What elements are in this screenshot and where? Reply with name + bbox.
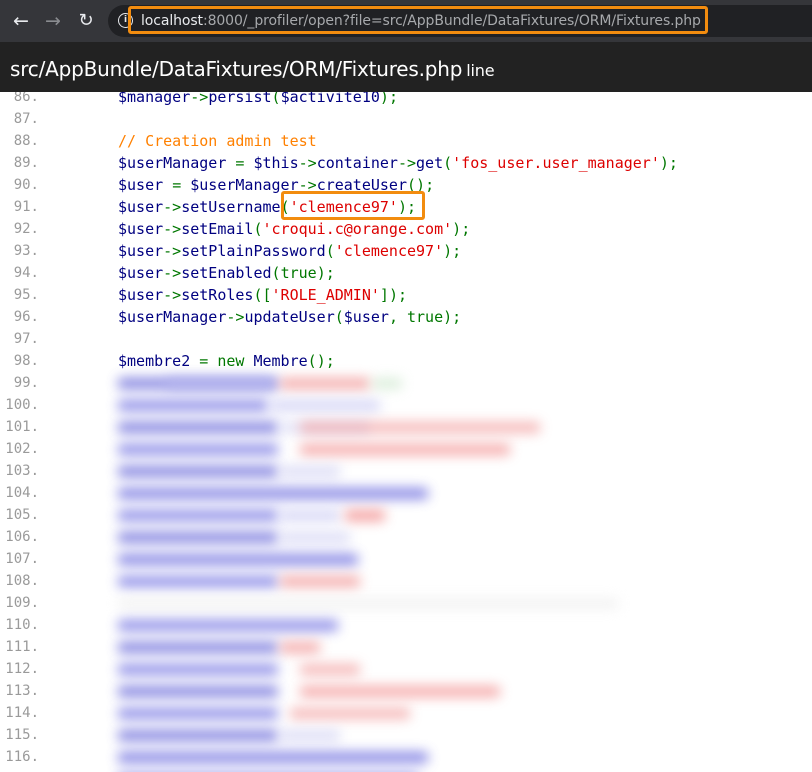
redacted-code — [270, 400, 380, 411]
line-label: line — [466, 61, 495, 80]
code-line: 86. $manager->persist($activite10); — [0, 92, 812, 108]
line-number: 99. — [13, 375, 39, 391]
line-number: 112. — [5, 661, 39, 677]
redacted-code — [118, 598, 618, 609]
redacted-code — [118, 510, 278, 521]
line-number: 94. — [13, 265, 39, 281]
arrow-right-icon[interactable]: → — [42, 10, 64, 32]
line-number: 89. — [13, 155, 39, 171]
redacted-code — [300, 686, 500, 697]
code-text: $user->setEnabled(true); — [118, 264, 335, 282]
redacted-code — [280, 730, 340, 741]
redacted-code — [118, 576, 278, 587]
line-number: 102. — [5, 441, 39, 457]
code-line: 92. $user->setEmail('croqui.c@orange.com'… — [0, 218, 812, 240]
code-line: 89. $userManager = $this->container->get(… — [0, 152, 812, 174]
line-number: 103. — [5, 463, 39, 479]
username-highlight-box — [281, 191, 425, 220]
redacted-code — [345, 510, 385, 521]
redacted-code — [118, 488, 428, 499]
code-line: 88. // Creation admin test — [0, 130, 812, 152]
redacted-code — [118, 686, 278, 697]
line-number: 93. — [13, 243, 39, 259]
line-number: 111. — [5, 639, 39, 655]
line-number: 104. — [5, 485, 39, 501]
redacted-code — [300, 444, 510, 455]
line-number: 117. — [0, 768, 39, 772]
line-number: 109. — [5, 595, 39, 611]
code-text: $user->setRoles(['ROLE_ADMIN']); — [118, 286, 407, 304]
line-number: 91. — [13, 199, 39, 215]
redacted-code — [118, 708, 278, 719]
code-line: 117. — [0, 768, 812, 772]
code-line: 97. — [0, 328, 812, 350]
redacted-code — [118, 400, 268, 411]
line-number: 115. — [5, 727, 39, 743]
line-number: 100. — [5, 397, 39, 413]
code-line: 95. $user->setRoles(['ROLE_ADMIN']); — [0, 284, 812, 306]
code-line: 96. $userManager->updateUser($user, true)… — [0, 306, 812, 328]
code-text: $userManager = $this->container->get('fo… — [118, 154, 678, 172]
redacted-code — [280, 532, 350, 543]
redacted-code — [118, 466, 278, 477]
file-path: src/AppBundle/DataFixtures/ORM/Fixtures.… — [10, 57, 463, 81]
line-number: 88. — [13, 133, 39, 149]
line-number: 98. — [13, 353, 39, 369]
line-number: 113. — [5, 683, 39, 699]
redacted-code — [280, 510, 340, 521]
redacted-code — [118, 752, 428, 763]
line-number: 90. — [13, 177, 39, 193]
arrow-left-icon[interactable]: ← — [10, 10, 32, 32]
line-number: 108. — [5, 573, 39, 589]
code-line: 87. — [0, 108, 812, 130]
line-number: 114. — [5, 705, 39, 721]
code-text: $user->setEmail('croqui.c@orange.com'); — [118, 220, 471, 238]
line-number: 116. — [5, 749, 39, 765]
redacted-code — [372, 378, 402, 389]
url-highlight-box — [128, 6, 708, 34]
code-line: 93. $user->setPlainPassword('clemence97')… — [0, 240, 812, 262]
page-title: src/AppBundle/DataFixtures/ORM/Fixtures.… — [10, 56, 495, 84]
redacted-code — [300, 664, 360, 675]
code-text: $userManager->updateUser($user, true); — [118, 308, 462, 326]
line-number: 95. — [13, 287, 39, 303]
redacted-code — [290, 708, 410, 719]
line-number: 97. — [13, 331, 39, 347]
redacted-code — [300, 422, 540, 433]
code-text: // Creation admin test — [118, 132, 317, 150]
redacted-code — [280, 466, 340, 477]
redacted-code — [118, 444, 278, 455]
code-text: $user->setPlainPassword('clemence97'); — [118, 242, 462, 260]
redacted-code — [118, 642, 278, 653]
code-line: 94. $user->setEnabled(true); — [0, 262, 812, 284]
line-number: 110. — [5, 617, 39, 633]
redacted-code — [118, 664, 278, 675]
line-number: 96. — [13, 309, 39, 325]
line-number: 106. — [5, 529, 39, 545]
redacted-code — [280, 642, 320, 653]
redacted-code — [280, 576, 360, 587]
code-text: $manager->persist($activite10); — [118, 92, 398, 106]
line-number: 92. — [13, 221, 39, 237]
code-text: $membre2 = new Membre(); — [118, 352, 335, 370]
code-line: 98. $membre2 = new Membre(); — [0, 350, 812, 372]
redacted-code — [118, 532, 278, 543]
redacted-code — [280, 378, 370, 389]
line-number: 87. — [13, 111, 39, 127]
redacted-code — [118, 422, 278, 433]
line-number: 86. — [13, 92, 39, 105]
line-number: 107. — [5, 551, 39, 567]
redacted-code — [118, 730, 278, 741]
line-number: 101. — [5, 419, 39, 435]
redacted-code — [118, 620, 338, 631]
reload-icon[interactable]: ↻ — [75, 10, 97, 32]
redacted-code — [118, 554, 358, 565]
redacted-code — [165, 378, 275, 389]
line-number: 105. — [5, 507, 39, 523]
